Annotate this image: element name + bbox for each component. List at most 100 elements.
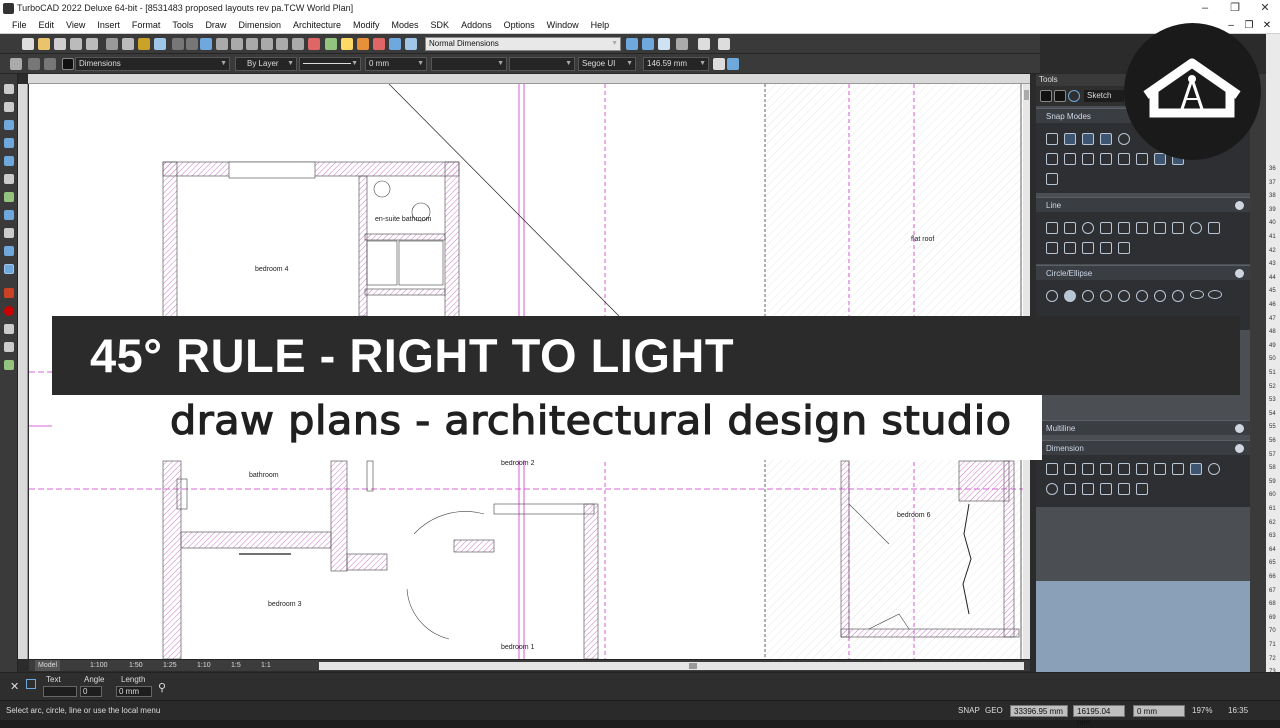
circle-double-icon[interactable] [1172, 290, 1184, 302]
arc-length-dimension-icon[interactable] [1046, 483, 1058, 495]
color-swatch-icon[interactable] [62, 58, 74, 70]
tolerance-icon[interactable] [1136, 483, 1148, 495]
tab-scale-1-10[interactable]: 1:10 [194, 660, 214, 671]
menu-insert[interactable]: Insert [91, 17, 126, 34]
section-line[interactable]: Line [1036, 197, 1250, 212]
dimension-update-icon[interactable] [642, 38, 654, 50]
menu-modify[interactable]: Modify [347, 17, 386, 34]
parallel-line-icon[interactable] [1172, 222, 1184, 234]
section-circle-ellipse[interactable]: Circle/Ellipse [1036, 265, 1250, 280]
font-select[interactable]: Segoe UI ▼ [578, 57, 636, 71]
polyline-tool-icon[interactable] [4, 210, 14, 220]
snap-middle-icon[interactable] [1064, 133, 1076, 145]
area-dimension-icon[interactable] [1118, 483, 1130, 495]
ortho-icon[interactable] [698, 38, 710, 50]
rotated-dimension-icon[interactable] [1082, 463, 1094, 475]
text-properties-icon[interactable] [727, 58, 739, 70]
refresh-icon[interactable] [200, 38, 212, 50]
mode-select[interactable]: Sketch [1084, 90, 1124, 102]
copy-icon[interactable] [122, 38, 134, 50]
properties-icon[interactable] [389, 38, 401, 50]
circle-concentric-icon[interactable] [1136, 290, 1148, 302]
fillet-line-icon[interactable] [1208, 222, 1220, 234]
lock-icon[interactable]: ⚲ [158, 681, 166, 694]
new-file-icon[interactable] [22, 38, 34, 50]
format-painter-icon[interactable] [154, 38, 166, 50]
menu-dimension[interactable]: Dimension [232, 17, 287, 34]
circle-filled-icon[interactable] [1064, 290, 1076, 302]
modify-tool-icon[interactable] [4, 288, 14, 298]
tab-scale-1-25[interactable]: 1:25 [160, 660, 180, 671]
tangent-line-icon[interactable] [1082, 222, 1094, 234]
section-dimension[interactable]: Dimension [1036, 440, 1250, 455]
circle-arc-icon[interactable] [1154, 290, 1166, 302]
close-button[interactable]: ✕ [1250, 0, 1280, 17]
node-edit-icon[interactable] [4, 102, 14, 112]
ellipse-rotated-icon[interactable] [1208, 290, 1222, 299]
snap-nearest-icon[interactable] [1082, 153, 1094, 165]
color-select[interactable]: By Layer ▼ [235, 57, 297, 71]
pan-icon[interactable] [325, 38, 337, 50]
radius-dimension-icon[interactable] [1190, 463, 1202, 475]
circle-2pt-icon[interactable] [1082, 290, 1094, 302]
mirror-tool-icon[interactable] [4, 324, 14, 334]
dimension-icon[interactable] [626, 38, 638, 50]
diameter-dimension-icon[interactable] [1208, 463, 1220, 475]
gear-icon[interactable] [10, 58, 22, 70]
pattern-select[interactable]: ▼ [431, 57, 507, 71]
layer-tool-icon[interactable] [4, 360, 14, 370]
snap-perpendicular-icon[interactable] [1064, 153, 1076, 165]
zoom-extents-icon[interactable] [261, 38, 273, 50]
minimize-button[interactable]: – [1190, 0, 1220, 17]
menu-tools[interactable]: Tools [166, 17, 199, 34]
single-line-icon[interactable] [1046, 222, 1058, 234]
menu-view[interactable]: View [60, 17, 91, 34]
offset-line-icon[interactable] [1064, 242, 1076, 254]
hatch-tool-icon[interactable] [4, 192, 14, 202]
delete-tool-icon[interactable] [4, 306, 14, 316]
perpendicular-line-icon[interactable] [1100, 222, 1112, 234]
select-arrow-icon[interactable] [4, 84, 14, 94]
design-director-icon[interactable] [405, 38, 417, 50]
dimension-style-select[interactable]: Normal Dimensions ▼ [425, 37, 621, 51]
angle-line-icon[interactable] [1154, 222, 1166, 234]
print-icon[interactable] [70, 38, 82, 50]
polygon-icon[interactable] [1136, 222, 1148, 234]
scrollbar-thumb[interactable] [689, 663, 697, 669]
menu-options[interactable]: Options [498, 17, 541, 34]
reload-icon[interactable] [1068, 90, 1080, 102]
snap-grid-icon[interactable] [1100, 153, 1112, 165]
select-icon[interactable] [308, 38, 320, 50]
tab-scale-1-50[interactable]: 1:50 [126, 660, 146, 671]
insert-tool-icon[interactable] [4, 246, 14, 256]
tab-model[interactable]: Model [35, 660, 61, 671]
continuous-dimension-icon[interactable] [1136, 463, 1148, 475]
snap-extension-icon[interactable] [1046, 173, 1058, 185]
snap-tangent-icon[interactable] [1046, 153, 1058, 165]
layer-select[interactable]: Dimensions ▼ [75, 57, 230, 71]
scrollbar-thumb[interactable] [1024, 90, 1029, 100]
width-select[interactable]: ▼ [509, 57, 575, 71]
baseline-dimension-icon[interactable] [1118, 463, 1130, 475]
ordinate-dimension-icon[interactable] [1154, 463, 1166, 475]
zoom-in-icon[interactable] [216, 38, 228, 50]
text-field[interactable] [43, 686, 77, 697]
menu-architecture[interactable]: Architecture [287, 17, 347, 34]
circle-3pt-icon[interactable] [1100, 290, 1112, 302]
dimension-tool-icon[interactable] [4, 264, 14, 274]
grid-tool-icon[interactable] [4, 342, 14, 352]
circle-tangent-icon[interactable] [1118, 290, 1130, 302]
thickness-input[interactable]: 0 mm ▼ [365, 57, 427, 71]
view-icon[interactable] [718, 38, 730, 50]
menu-edit[interactable]: Edit [33, 17, 61, 34]
rectangle-icon[interactable] [1118, 222, 1130, 234]
collapse-icon[interactable] [1235, 201, 1244, 210]
layer-icon[interactable] [373, 38, 385, 50]
cut-icon[interactable] [106, 38, 118, 50]
snap-end-icon[interactable] [1082, 133, 1094, 145]
orthogonal-dimension-icon[interactable] [1046, 463, 1058, 475]
layer-manager-icon[interactable] [28, 58, 40, 70]
angular-dimension-icon[interactable] [1100, 463, 1112, 475]
geo-toggle[interactable]: GEO [985, 701, 1003, 720]
menu-draw[interactable]: Draw [199, 17, 232, 34]
